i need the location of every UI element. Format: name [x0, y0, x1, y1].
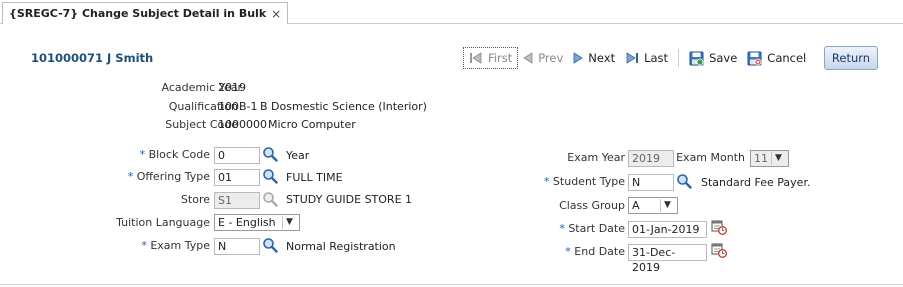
required-marker: *: [127, 170, 134, 183]
next-label: Next: [588, 51, 616, 65]
block-code-label: * Block Code: [140, 148, 210, 161]
exam-month-value: 11: [754, 152, 768, 165]
student-type-label-text: Student Type: [552, 175, 625, 188]
record-toolbar: First Prev Next Last Save Cancel: [463, 46, 811, 70]
required-marker: *: [565, 245, 571, 258]
close-icon[interactable]: ×: [271, 7, 281, 21]
offering-type-input[interactable]: 01: [214, 169, 260, 186]
magnifier-icon[interactable]: [676, 173, 692, 189]
save-icon: [689, 51, 704, 65]
store-input: S1: [214, 192, 260, 209]
exam-year-input: 2019: [628, 150, 674, 167]
prev-button[interactable]: Prev: [518, 48, 568, 68]
prev-label: Prev: [538, 51, 564, 65]
tuition-language-label: Tuition Language: [116, 216, 210, 229]
tab-change-subject-detail[interactable]: {SREGC-7} Change Subject Detail in Bulk …: [2, 2, 289, 24]
exam-year-label: Exam Year: [567, 151, 625, 164]
block-code-input[interactable]: 0: [214, 147, 260, 164]
subject-name-value: Micro Computer: [268, 118, 356, 131]
toolbar-divider: [678, 49, 680, 67]
offering-type-label: * Offering Type: [128, 170, 210, 183]
start-date-label-text: Start Date: [568, 222, 625, 235]
last-button[interactable]: Last: [620, 48, 673, 68]
academic-year-value: 2019: [218, 81, 246, 94]
required-marker: *: [559, 222, 565, 235]
chevron-down-icon: ▼: [660, 199, 674, 212]
chevron-down-icon: ▼: [282, 216, 296, 229]
qualification-code: 100B-1: [218, 100, 258, 113]
required-marker: *: [543, 175, 550, 188]
student-type-desc: Standard Fee Payer.: [701, 176, 811, 189]
magnifier-icon[interactable]: [262, 237, 278, 253]
end-date-input[interactable]: 31-Dec-2019: [628, 244, 707, 274]
required-marker: *: [139, 148, 146, 161]
end-date-label: * End Date: [565, 245, 625, 258]
magnifier-icon: [263, 192, 278, 207]
offering-type-label-text: Offering Type: [136, 170, 210, 183]
store-label: Store: [180, 193, 210, 206]
offering-type-desc: FULL TIME: [286, 171, 343, 184]
last-icon: [626, 52, 639, 64]
store-desc: STUDY GUIDE STORE 1: [286, 193, 413, 206]
student-type-label: * Student Type: [544, 175, 625, 188]
cancel-label: Cancel: [767, 51, 807, 65]
return-button[interactable]: Return: [824, 46, 878, 70]
exam-type-label: * Exam Type: [141, 239, 210, 252]
subject-code-value: 1000000: [218, 118, 267, 131]
class-group-value: A: [632, 199, 640, 212]
tuition-language-value: E - English: [218, 216, 276, 229]
exam-month-select: 11 ▼: [750, 150, 789, 167]
tab-title: {SREGC-7} Change Subject Detail in Bulk: [9, 7, 267, 20]
block-code-label-text: Block Code: [148, 148, 210, 161]
cancel-button[interactable]: Cancel: [742, 48, 811, 68]
first-icon: [470, 52, 482, 64]
save-label: Save: [709, 51, 738, 65]
magnifier-icon[interactable]: [262, 146, 278, 162]
first-button[interactable]: First: [463, 47, 519, 69]
last-label: Last: [644, 51, 669, 65]
start-date-input[interactable]: 01-Jan-2019: [628, 221, 707, 238]
next-button[interactable]: Next: [568, 48, 620, 68]
class-group-select[interactable]: A ▼: [628, 197, 678, 214]
bottom-divider: [0, 284, 903, 285]
required-marker: *: [141, 239, 147, 252]
calendar-icon[interactable]: [711, 242, 727, 258]
record-title: 101000071 J Smith: [31, 51, 154, 65]
magnifier-icon[interactable]: [262, 168, 278, 184]
student-type-input[interactable]: N: [628, 174, 674, 191]
save-button[interactable]: Save: [684, 48, 742, 68]
exam-type-desc: Normal Registration: [286, 240, 396, 253]
tab-bar: {SREGC-7} Change Subject Detail in Bulk …: [0, 0, 903, 24]
block-code-desc: Year: [286, 149, 310, 162]
cancel-icon: [747, 51, 762, 65]
exam-type-input[interactable]: N: [214, 238, 260, 255]
chevron-down-icon: ▼: [771, 152, 785, 165]
calendar-icon[interactable]: [711, 219, 727, 235]
exam-type-label-text: Exam Type: [150, 239, 210, 252]
tuition-language-select[interactable]: E - English ▼: [214, 214, 300, 231]
start-date-label: * Start Date: [559, 222, 625, 235]
qualification-name: B Dosmestic Science (Interior): [260, 100, 427, 113]
first-label: First: [488, 51, 513, 65]
next-icon: [573, 52, 584, 64]
end-date-label-text: End Date: [574, 245, 625, 258]
class-group-label: Class Group: [559, 199, 625, 212]
exam-month-label: Exam Month: [676, 151, 745, 164]
prev-icon: [523, 52, 533, 64]
